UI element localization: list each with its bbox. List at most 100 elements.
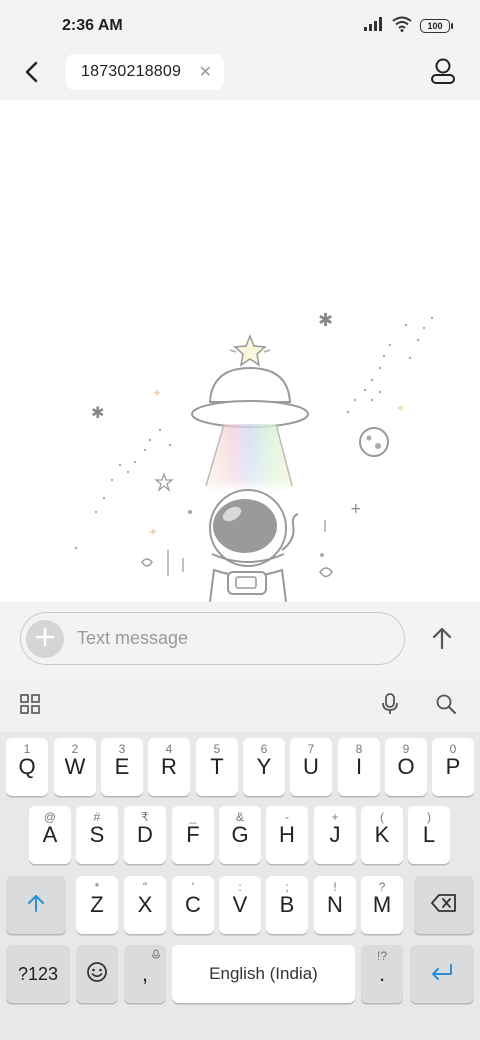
- emoji-icon: [86, 961, 108, 988]
- key-hint: 1: [23, 742, 31, 756]
- comma-label: ,: [141, 961, 149, 986]
- key-t[interactable]: 5T: [196, 738, 238, 796]
- key-hint: ': [191, 880, 195, 894]
- key-label: H: [279, 822, 295, 847]
- search-icon[interactable]: [432, 690, 460, 718]
- key-label: B: [279, 892, 295, 917]
- key-label: K: [374, 822, 390, 847]
- key-k[interactable]: (K: [361, 806, 403, 864]
- key-x[interactable]: " X: [124, 876, 166, 934]
- key-hint: -: [285, 810, 289, 824]
- key-u[interactable]: 7U: [290, 738, 332, 796]
- wifi-icon: [392, 16, 412, 37]
- back-button[interactable]: [16, 58, 48, 90]
- key-r[interactable]: 4R: [148, 738, 190, 796]
- send-arrow-icon: [431, 626, 453, 655]
- period-label: .: [378, 961, 386, 986]
- key-g[interactable]: & G: [219, 806, 261, 864]
- key-label: E: [114, 754, 130, 779]
- key-e[interactable]: 3E: [101, 738, 143, 796]
- key-hint: #: [93, 810, 101, 824]
- svg-text:✱: ✱: [318, 310, 333, 331]
- key-label: Z: [90, 892, 104, 917]
- conversation-header: 18730218809 ✕: [0, 48, 480, 100]
- key-h[interactable]: -H: [266, 806, 308, 864]
- key-hint: (: [380, 810, 384, 824]
- key-label: J: [329, 822, 341, 847]
- back-arrow-icon: [23, 61, 41, 88]
- key-label: D: [137, 822, 153, 847]
- key-j[interactable]: + J: [314, 806, 356, 864]
- key-n[interactable]: ! N: [314, 876, 356, 934]
- comma-key[interactable]: ,: [124, 945, 166, 1003]
- key-hint: ": [142, 880, 148, 894]
- key-i[interactable]: 8I: [338, 738, 380, 796]
- key-label: R: [161, 754, 177, 779]
- svg-text:✦: ✦: [148, 525, 158, 539]
- status-bar: 2:36 AM 100: [0, 0, 480, 48]
- grid-apps-icon[interactable]: [16, 690, 44, 718]
- key-b[interactable]: ; B: [266, 876, 308, 934]
- key-s[interactable]: # S: [76, 806, 118, 864]
- key-label: X: [137, 892, 153, 917]
- key-hint: ;: [285, 880, 289, 894]
- svg-text:✦: ✦: [152, 386, 162, 400]
- close-icon[interactable]: ✕: [199, 62, 212, 82]
- keyboard-toolbar: [0, 676, 480, 732]
- send-button[interactable]: [424, 622, 460, 658]
- key-label: I: [355, 754, 363, 779]
- key-d[interactable]: ₹ D: [124, 806, 166, 864]
- attach-button[interactable]: [26, 620, 64, 658]
- key-f[interactable]: _ F: [172, 806, 214, 864]
- symbols-key[interactable]: ?123: [6, 945, 70, 1003]
- emoji-key[interactable]: [76, 945, 118, 1003]
- key-label: S: [89, 822, 105, 847]
- key-label: P: [445, 754, 461, 779]
- key-o[interactable]: 9O: [385, 738, 427, 796]
- key-label: N: [327, 892, 343, 917]
- period-hint: !?: [376, 949, 387, 963]
- battery-level: 100: [427, 21, 443, 31]
- key-w[interactable]: 2W: [54, 738, 96, 796]
- recipient-chip[interactable]: 18730218809 ✕: [66, 54, 224, 90]
- enter-key[interactable]: [410, 945, 474, 1003]
- key-hint: 0: [449, 742, 457, 756]
- compose-bar: Text message: [0, 602, 480, 676]
- shift-key[interactable]: [6, 876, 66, 934]
- key-hint: 4: [165, 742, 173, 756]
- key-y[interactable]: 6Y: [243, 738, 285, 796]
- contact-button[interactable]: [426, 56, 460, 90]
- key-label: O: [397, 754, 415, 779]
- key-hint: *: [94, 880, 100, 894]
- key-hint: 5: [213, 742, 221, 756]
- microphone-icon[interactable]: [376, 690, 404, 718]
- battery-icon: 100: [420, 19, 453, 33]
- key-hint: !: [333, 880, 337, 894]
- astronaut-ufo-illustration: ✱ ✱ + ✦ ✦ ✦: [74, 310, 434, 602]
- message-placeholder: Text message: [77, 628, 189, 648]
- key-hint: ): [427, 810, 431, 824]
- key-m[interactable]: ? M: [361, 876, 403, 934]
- key-v[interactable]: :V: [219, 876, 261, 934]
- mic-hint-icon: [124, 949, 166, 964]
- key-a[interactable]: @ A: [29, 806, 71, 864]
- message-input[interactable]: Text message: [20, 612, 405, 665]
- key-label: V: [232, 892, 248, 917]
- key-q[interactable]: 1Q: [6, 738, 48, 796]
- key-c[interactable]: ' C: [172, 876, 214, 934]
- key-label: T: [210, 754, 224, 779]
- key-hint: +: [331, 810, 339, 824]
- key-label: Y: [256, 754, 272, 779]
- key-l[interactable]: ) L: [408, 806, 450, 864]
- contact-person-icon: [430, 57, 456, 90]
- key-label: F: [186, 822, 200, 847]
- period-key[interactable]: !? .: [361, 945, 403, 1003]
- backspace-key[interactable]: [414, 876, 474, 934]
- key-label: G: [231, 822, 249, 847]
- key-z[interactable]: * Z: [76, 876, 118, 934]
- key-p[interactable]: 0P: [432, 738, 474, 796]
- conversation-area: ✱ ✱ + ✦ ✦ ✦: [0, 100, 480, 602]
- symbols-label: ?123: [17, 963, 59, 984]
- space-key[interactable]: English (India): [172, 945, 355, 1003]
- svg-text:+: +: [350, 501, 362, 517]
